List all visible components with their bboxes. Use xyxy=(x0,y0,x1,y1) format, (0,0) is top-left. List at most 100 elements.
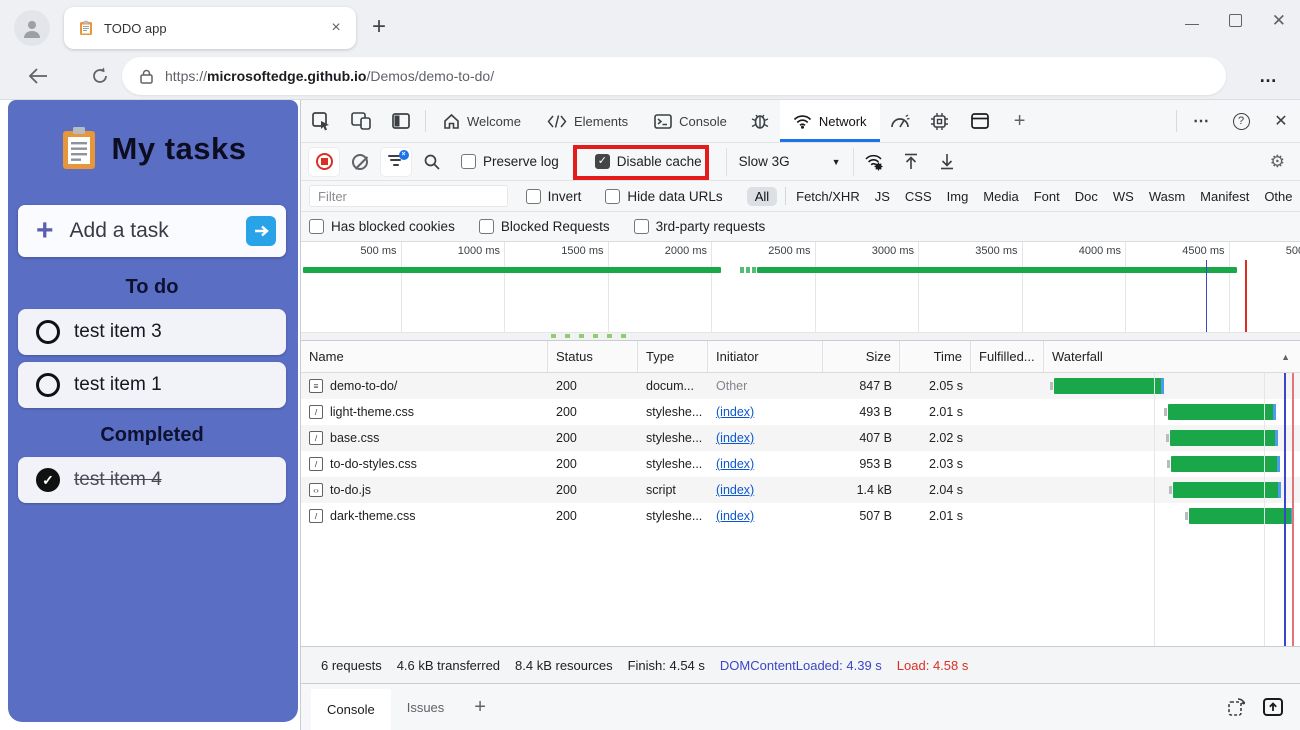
tab-network[interactable]: Network xyxy=(780,100,880,142)
new-tab-button[interactable]: + xyxy=(372,15,386,39)
record-network-log-button[interactable] xyxy=(309,148,339,176)
initiator-link[interactable]: (index) xyxy=(716,457,754,471)
filter-chip-all[interactable]: All xyxy=(747,187,777,206)
column-header-time[interactable]: Time xyxy=(900,341,971,372)
inspect-element-button[interactable] xyxy=(301,100,341,142)
column-header-type[interactable]: Type xyxy=(638,341,708,372)
throttling-select[interactable]: Slow 3G ▼ xyxy=(726,148,854,176)
request-name-cell[interactable]: /dark-theme.css xyxy=(301,503,548,529)
request-row[interactable]: /to-do-styles.css200styleshe...(index)95… xyxy=(301,451,1300,477)
network-table-header: NameStatusTypeInitiatorSizeTimeFulfilled… xyxy=(301,341,1300,373)
close-window-button[interactable]: ✕ xyxy=(1272,14,1286,27)
timeline-overview[interactable]: 500 ms1000 ms1500 ms2000 ms2500 ms3000 m… xyxy=(301,242,1300,341)
filter-toggle-button[interactable]: × xyxy=(381,148,411,176)
device-rotate-icon[interactable] xyxy=(1225,698,1245,716)
clear-network-log-button[interactable] xyxy=(345,148,375,176)
back-button[interactable] xyxy=(24,62,52,90)
device-emulation-button[interactable] xyxy=(341,100,381,142)
network-settings-gear-icon[interactable]: ⚙ xyxy=(1270,152,1285,172)
record-icon xyxy=(316,153,333,170)
checked-circle-icon[interactable]: ✓ xyxy=(36,468,60,492)
request-name-cell[interactable]: /light-theme.css xyxy=(301,399,548,425)
filter-chip-other[interactable]: Other xyxy=(1264,189,1293,204)
filter-chip-media[interactable]: Media xyxy=(983,189,1018,204)
request-name-cell[interactable]: /base.css xyxy=(301,425,548,451)
request-name-cell[interactable]: /to-do-styles.css xyxy=(301,451,548,477)
todo-item[interactable]: test item 1 xyxy=(18,362,286,408)
unchecked-circle-icon[interactable] xyxy=(36,373,60,397)
request-row[interactable]: ‹›to-do.js200script(index)1.4 kB2.04 s xyxy=(301,477,1300,503)
column-header-size[interactable]: Size xyxy=(823,341,900,372)
request-name-cell[interactable]: ‹›to-do.js xyxy=(301,477,548,503)
application-button[interactable] xyxy=(960,100,1000,142)
add-task-field[interactable]: + Add a task xyxy=(18,205,286,257)
initiator-link[interactable]: (index) xyxy=(716,483,754,497)
filter-input[interactable] xyxy=(309,185,508,207)
todo-item[interactable]: ✓test item 4 xyxy=(18,457,286,503)
preserve-log-checkbox[interactable] xyxy=(461,154,476,169)
minimize-button[interactable] xyxy=(1185,24,1199,25)
fulfilled-cell xyxy=(971,373,1044,399)
filter-chip-img[interactable]: Img xyxy=(947,189,969,204)
filter-chip-wasm[interactable]: Wasm xyxy=(1149,189,1185,204)
filter-chip-js[interactable]: JS xyxy=(875,189,890,204)
tab-console[interactable]: Console xyxy=(641,100,740,142)
filter-chip-manifest[interactable]: Manifest xyxy=(1200,189,1249,204)
request-row[interactable]: /base.css200styleshe...(index)407 B2.02 … xyxy=(301,425,1300,451)
column-header-name[interactable]: Name xyxy=(301,341,548,372)
initiator-link[interactable]: (index) xyxy=(716,509,754,523)
search-button[interactable] xyxy=(417,148,447,176)
devtools-close-button[interactable]: ✕ xyxy=(1261,100,1300,142)
filter-chip-fetchxhr[interactable]: Fetch/XHR xyxy=(796,189,860,204)
maximize-button[interactable] xyxy=(1229,14,1242,27)
blocked-requests-checkbox[interactable] xyxy=(479,219,494,234)
arrow-down-to-line-icon xyxy=(939,153,955,170)
submit-task-button[interactable] xyxy=(246,216,276,246)
invert-checkbox[interactable] xyxy=(526,189,541,204)
status-cell: 200 xyxy=(548,373,638,399)
import-har-button[interactable] xyxy=(896,148,926,176)
waterfall-bar-tip xyxy=(1161,378,1164,394)
filter-chip-ws[interactable]: WS xyxy=(1113,189,1134,204)
performance-button[interactable] xyxy=(880,100,920,142)
drawer-tab-issues[interactable]: Issues xyxy=(391,684,461,730)
todo-item[interactable]: test item 3 xyxy=(18,309,286,355)
filter-chip-doc[interactable]: Doc xyxy=(1075,189,1098,204)
third-party-requests-checkbox[interactable] xyxy=(634,219,649,234)
request-row[interactable]: /dark-theme.css200styleshe...(index)507 … xyxy=(301,503,1300,529)
tab-close-icon[interactable]: × xyxy=(326,19,346,37)
unchecked-circle-icon[interactable] xyxy=(36,320,60,344)
more-tabs-button[interactable]: + xyxy=(1000,100,1040,142)
has-blocked-cookies-checkbox[interactable] xyxy=(309,219,324,234)
dock-side-button[interactable] xyxy=(381,100,421,142)
column-header-waterfall[interactable]: Waterfall▲ xyxy=(1044,341,1300,372)
devtools-help-button[interactable]: ? xyxy=(1221,100,1261,142)
column-header-status[interactable]: Status xyxy=(548,341,638,372)
browser-menu-button[interactable]: … xyxy=(1259,66,1278,87)
disable-cache-checkbox[interactable] xyxy=(595,154,610,169)
tab-welcome[interactable]: Welcome xyxy=(430,100,534,142)
expand-drawer-icon[interactable] xyxy=(1263,698,1283,716)
tab-elements[interactable]: Elements xyxy=(534,100,641,142)
request-name-cell[interactable]: ≡demo-to-do/ xyxy=(301,373,548,399)
filter-chip-font[interactable]: Font xyxy=(1034,189,1060,204)
column-header-fulfilled[interactable]: Fulfilled... xyxy=(971,341,1044,372)
address-bar[interactable]: https://microsoftedge.github.io/Demos/de… xyxy=(122,57,1226,95)
issues-bug-button[interactable] xyxy=(740,100,780,142)
initiator-link[interactable]: (index) xyxy=(716,431,754,445)
initiator-link[interactable]: (index) xyxy=(716,405,754,419)
drawer-tab-console[interactable]: Console xyxy=(311,689,391,730)
filter-chip-css[interactable]: CSS xyxy=(905,189,932,204)
network-conditions-button[interactable] xyxy=(860,148,890,176)
request-row[interactable]: /light-theme.css200styleshe...(index)493… xyxy=(301,399,1300,425)
browser-tab[interactable]: TODO app × xyxy=(64,7,356,49)
memory-button[interactable] xyxy=(920,100,960,142)
column-header-initiator[interactable]: Initiator xyxy=(708,341,823,372)
request-row[interactable]: ≡demo-to-do/200docum...Other847 B2.05 s xyxy=(301,373,1300,399)
devtools-more-button[interactable]: ⋯ xyxy=(1181,100,1221,142)
drawer-add-tab-button[interactable]: + xyxy=(460,684,500,730)
profile-avatar[interactable] xyxy=(14,10,50,46)
refresh-button[interactable] xyxy=(86,62,114,90)
hide-data-urls-checkbox[interactable] xyxy=(605,189,620,204)
export-har-button[interactable] xyxy=(932,148,962,176)
